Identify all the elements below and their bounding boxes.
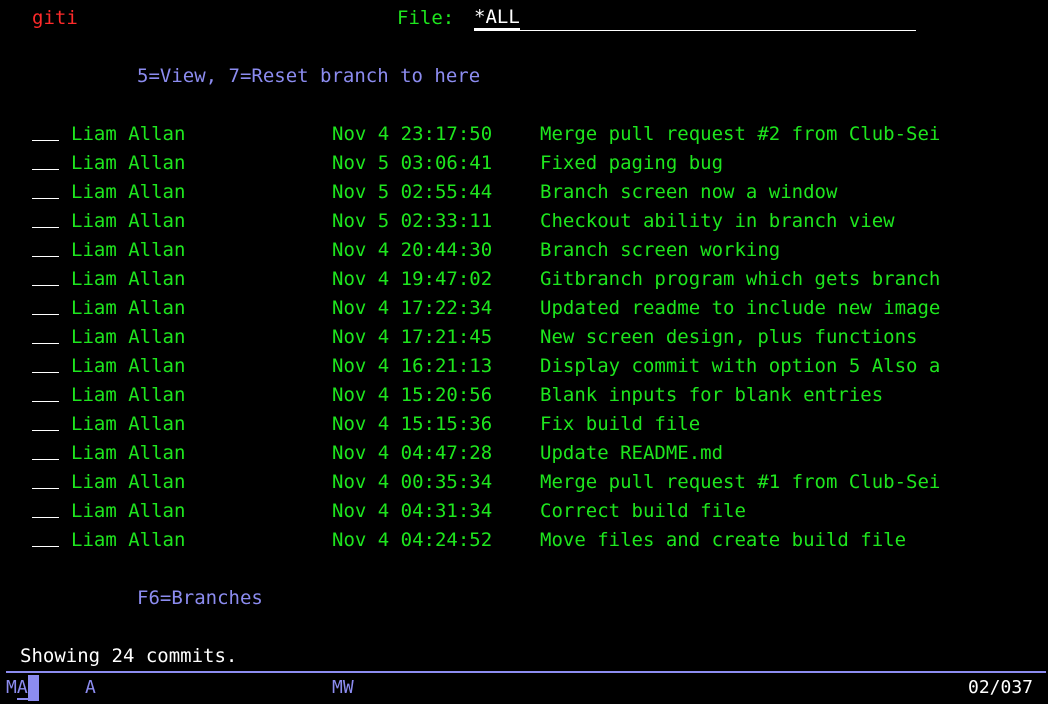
- commit-date: Nov 4 17:22:34: [332, 297, 493, 319]
- status-mode-cursor: A: [16, 677, 28, 700]
- table-row: Liam Allan Nov 4 04:31:34 Correct build fi…: [0, 497, 1048, 526]
- file-input-value: *ALL: [474, 6, 520, 30]
- commit-author: Liam Allan: [71, 152, 186, 174]
- commit-date: Nov 4 04:47:28: [332, 442, 493, 464]
- cursor-position: 02/037: [968, 677, 1034, 698]
- option-input[interactable]: [32, 343, 59, 344]
- commit-author: Liam Allan: [71, 210, 186, 232]
- option-input[interactable]: [32, 169, 59, 170]
- commit-message: Branch screen working: [540, 239, 781, 261]
- commit-message: Display commit with option 5 Also a: [540, 355, 941, 377]
- commit-date: Nov 4 00:35:34: [332, 471, 493, 493]
- commit-author: Liam Allan: [71, 442, 186, 464]
- function-keys-legend: F6=Branches: [137, 587, 263, 609]
- option-input[interactable]: [32, 372, 59, 373]
- option-input[interactable]: [32, 517, 59, 518]
- commit-author: Liam Allan: [71, 471, 186, 493]
- commit-date: Nov 5 03:06:41: [332, 152, 493, 174]
- option-input[interactable]: [32, 459, 59, 460]
- status-indicator-a: A: [85, 677, 96, 698]
- file-input-field[interactable]: *ALL: [474, 4, 916, 31]
- table-row: Liam Allan Nov 4 16:21:13 Display commit w…: [0, 352, 1048, 381]
- table-row: Liam Allan Nov 4 15:15:36 Fix build file: [0, 410, 1048, 439]
- table-row: Liam Allan Nov 4 00:35:34 Merge pull reque…: [0, 468, 1048, 497]
- table-row: Liam Allan Nov 4 20:44:30 Branch screen wo…: [0, 236, 1048, 265]
- commit-message: Gitbranch program which gets branch: [540, 268, 941, 290]
- commit-message: New screen design, plus functions: [540, 326, 918, 348]
- table-row: Liam Allan Nov 5 02:33:11 Checkout ability…: [0, 207, 1048, 236]
- commit-date: Nov 4 15:20:56: [332, 384, 493, 406]
- commit-author: Liam Allan: [71, 413, 186, 435]
- table-row: Liam Allan Nov 5 03:06:41 Fixed paging bug: [0, 149, 1048, 178]
- table-row: Liam Allan Nov 4 15:20:56 Blank inputs for…: [0, 381, 1048, 410]
- program-name: giti: [32, 7, 78, 29]
- commit-message: Updated readme to include new image: [540, 297, 941, 319]
- commit-author: Liam Allan: [71, 239, 186, 261]
- commit-date: Nov 4 16:21:13: [332, 355, 493, 377]
- commit-message: Update README.md: [540, 442, 724, 464]
- commit-author: Liam Allan: [71, 181, 186, 203]
- table-row: Liam Allan Nov 4 17:22:34 Updated readme t…: [0, 294, 1048, 323]
- option-input[interactable]: [32, 546, 59, 547]
- commit-date: Nov 4 17:21:45: [332, 326, 493, 348]
- commit-message: Branch screen now a window: [540, 181, 838, 203]
- option-input[interactable]: [32, 488, 59, 489]
- commit-author: Liam Allan: [71, 384, 186, 406]
- table-row: Liam Allan Nov 4 19:47:02 Gitbranch progra…: [0, 265, 1048, 294]
- option-input[interactable]: [32, 285, 59, 286]
- message-line: Showing 24 commits.: [20, 645, 238, 667]
- table-row: Liam Allan Nov 4 23:17:50 Merge pull reque…: [0, 120, 1048, 149]
- table-row: Liam Allan Nov 5 02:55:44 Branch screen no…: [0, 178, 1048, 207]
- option-input[interactable]: [32, 430, 59, 431]
- commit-date: Nov 4 04:31:34: [332, 500, 493, 522]
- table-row: Liam Allan Nov 4 04:24:52 Move files and c…: [0, 526, 1048, 555]
- option-input[interactable]: [32, 401, 59, 402]
- file-label: File:: [397, 7, 455, 29]
- commit-author: Liam Allan: [71, 355, 186, 377]
- commit-message: Blank inputs for blank entries: [540, 384, 884, 406]
- table-row: Liam Allan Nov 4 17:21:45 New screen desig…: [0, 323, 1048, 352]
- commit-author: Liam Allan: [71, 123, 186, 145]
- commit-date: Nov 4 15:15:36: [332, 413, 493, 435]
- status-bar-divider: [6, 671, 1046, 673]
- option-input[interactable]: [32, 198, 59, 199]
- option-input[interactable]: [32, 140, 59, 141]
- option-input[interactable]: [32, 227, 59, 228]
- commit-message: Merge pull request #1 from Club-Sei: [540, 471, 941, 493]
- option-input[interactable]: [32, 314, 59, 315]
- commit-author: Liam Allan: [71, 500, 186, 522]
- terminal-screen: giti File: *ALL 5=View, 7=Reset branch t…: [0, 0, 1048, 704]
- status-mode: MA: [6, 674, 39, 702]
- commit-date: Nov 5 02:55:44: [332, 181, 493, 203]
- commit-author: Liam Allan: [71, 529, 186, 551]
- commit-message: Merge pull request #2 from Club-Sei: [540, 123, 941, 145]
- commit-message: Move files and create build file: [540, 529, 907, 551]
- options-legend: 5=View, 7=Reset branch to here: [137, 65, 481, 87]
- commit-message: Correct build file: [540, 500, 746, 522]
- commit-message: Checkout ability in branch view: [540, 210, 895, 232]
- commit-message: Fix build file: [540, 413, 701, 435]
- cursor-block-icon: [27, 675, 39, 701]
- commit-date: Nov 5 02:33:11: [332, 210, 493, 232]
- commit-date: Nov 4 23:17:50: [332, 123, 493, 145]
- status-mode-prefix: M: [6, 677, 17, 698]
- commit-author: Liam Allan: [71, 268, 186, 290]
- commit-date: Nov 4 04:24:52: [332, 529, 493, 551]
- commit-author: Liam Allan: [71, 297, 186, 319]
- table-row: Liam Allan Nov 4 04:47:28 Update README.md: [0, 439, 1048, 468]
- commit-date: Nov 4 19:47:02: [332, 268, 493, 290]
- status-indicator-mw: MW: [332, 677, 354, 698]
- commit-author: Liam Allan: [71, 326, 186, 348]
- commit-date: Nov 4 20:44:30: [332, 239, 493, 261]
- option-input[interactable]: [32, 256, 59, 257]
- commit-message: Fixed paging bug: [540, 152, 724, 174]
